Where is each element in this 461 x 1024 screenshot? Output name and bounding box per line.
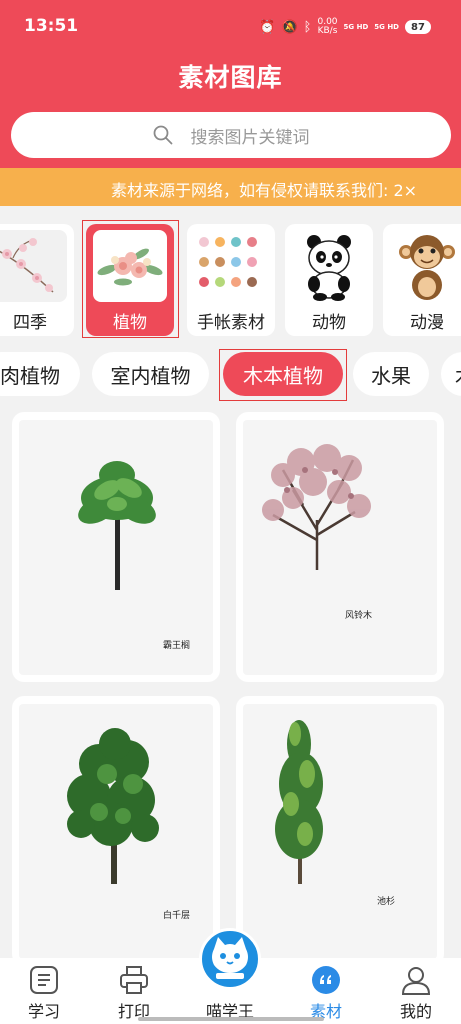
tab-succulents[interactable]: 肉植物 (0, 352, 80, 396)
cat-mascot-icon[interactable] (199, 928, 261, 990)
nav-study[interactable]: 学习 (4, 958, 84, 1024)
sticker-set-icon (194, 230, 268, 302)
category-seasons[interactable]: 四季 (0, 224, 74, 336)
monkey-icon (390, 230, 461, 302)
status-icons: ⏰ 🔕 ᛒ 0.00 KB/s 5G HD 5G HD 87 (259, 15, 431, 39)
tab-woody-plants[interactable]: 木本植物 (223, 352, 343, 396)
nav-materials[interactable]: 素材 (286, 958, 366, 1024)
category-journal-stickers[interactable]: 手帐素材 (187, 224, 275, 336)
status-bar: 13:51 ⏰ 🔕 ᛒ 0.00 KB/s 5G HD 5G HD 87 (0, 0, 461, 52)
category-anime[interactable]: 动漫 (383, 224, 461, 336)
user-icon (401, 967, 431, 995)
bluetooth-icon: ᛒ (303, 19, 312, 35)
notebook-icon (30, 966, 58, 994)
page-title: 素材图库 (178, 63, 283, 92)
category-label: 手帐素材 (197, 313, 265, 333)
printer-icon (120, 966, 148, 994)
alarm-icon: ⏰ (259, 19, 276, 35)
category-label: 植物 (113, 313, 147, 333)
cypress-tree-image: 池杉 (243, 704, 437, 959)
battery-icon: 87 (405, 20, 431, 34)
tab-more[interactable]: 木 (441, 352, 461, 396)
notice-bar[interactable]: 素材来源于网络，如有侵权请联系我们: 2× (0, 168, 461, 206)
tab-label: 室内植物 (110, 363, 191, 388)
status-time: 13:51 (24, 16, 79, 36)
home-indicator (138, 1017, 324, 1021)
flower-bouquet-icon (93, 230, 167, 302)
signal-2-icon: 5G HD (374, 23, 399, 31)
blossom-tree-image: 风铃木 (243, 420, 437, 675)
quote-bubble-icon (312, 966, 340, 994)
palm-tree-image: 霸王榈 (19, 420, 213, 675)
subcategory-tabs[interactable]: 肉植物 室内植物 木本植物 水果 木 (0, 346, 461, 402)
signal-1-icon: 5G HD (343, 23, 369, 31)
blossom-branch-icon (0, 230, 67, 302)
tab-label: 木 (455, 360, 461, 389)
category-strip[interactable]: 四季 植物 手帐素材 动物 动漫 (0, 206, 461, 346)
category-plants[interactable]: 植物 (86, 224, 174, 336)
material-card[interactable]: 白千层 (12, 696, 220, 966)
mute-icon: 🔕 (281, 19, 298, 35)
category-label: 四季 (13, 313, 47, 333)
tab-label: 水果 (371, 363, 411, 388)
category-label: 动物 (312, 313, 346, 333)
nav-label: 我的 (399, 1002, 432, 1021)
header: 13:51 ⏰ 🔕 ᛒ 0.00 KB/s 5G HD 5G HD 87 素材图… (0, 0, 461, 168)
material-caption: 白千层 (163, 911, 191, 921)
material-caption: 风铃木 (345, 611, 373, 621)
material-card[interactable]: 池杉 (236, 696, 444, 966)
tab-indoor-plants[interactable]: 室内植物 (92, 352, 209, 396)
battery-level: 87 (411, 21, 425, 33)
material-caption: 霸王榈 (163, 641, 191, 651)
nav-mine[interactable]: 我的 (376, 958, 456, 1024)
panda-icon (292, 230, 366, 302)
leafy-tree-image: 白千层 (19, 704, 213, 959)
notice-text: 素材来源于网络，如有侵权请联系我们: 2× (111, 181, 418, 200)
category-label: 动漫 (410, 313, 444, 333)
net-speed-unit: KB/s (317, 26, 338, 36)
material-card[interactable]: 风铃木 (236, 412, 444, 682)
tab-fruits[interactable]: 水果 (353, 352, 429, 396)
tab-label: 木本植物 (243, 363, 323, 388)
nav-label: 学习 (27, 1002, 60, 1021)
search-icon (153, 125, 172, 145)
material-caption: 池杉 (377, 897, 396, 907)
search-placeholder: 搜索图片关键词 (190, 127, 310, 148)
category-animals[interactable]: 动物 (285, 224, 373, 336)
nav-print[interactable]: 打印 (94, 958, 174, 1024)
material-card[interactable]: 霸王榈 (12, 412, 220, 682)
tab-label: 肉植物 (0, 363, 60, 388)
search-input[interactable]: 搜索图片关键词 (11, 112, 451, 158)
net-speed: 0.00 KB/s (317, 18, 337, 36)
